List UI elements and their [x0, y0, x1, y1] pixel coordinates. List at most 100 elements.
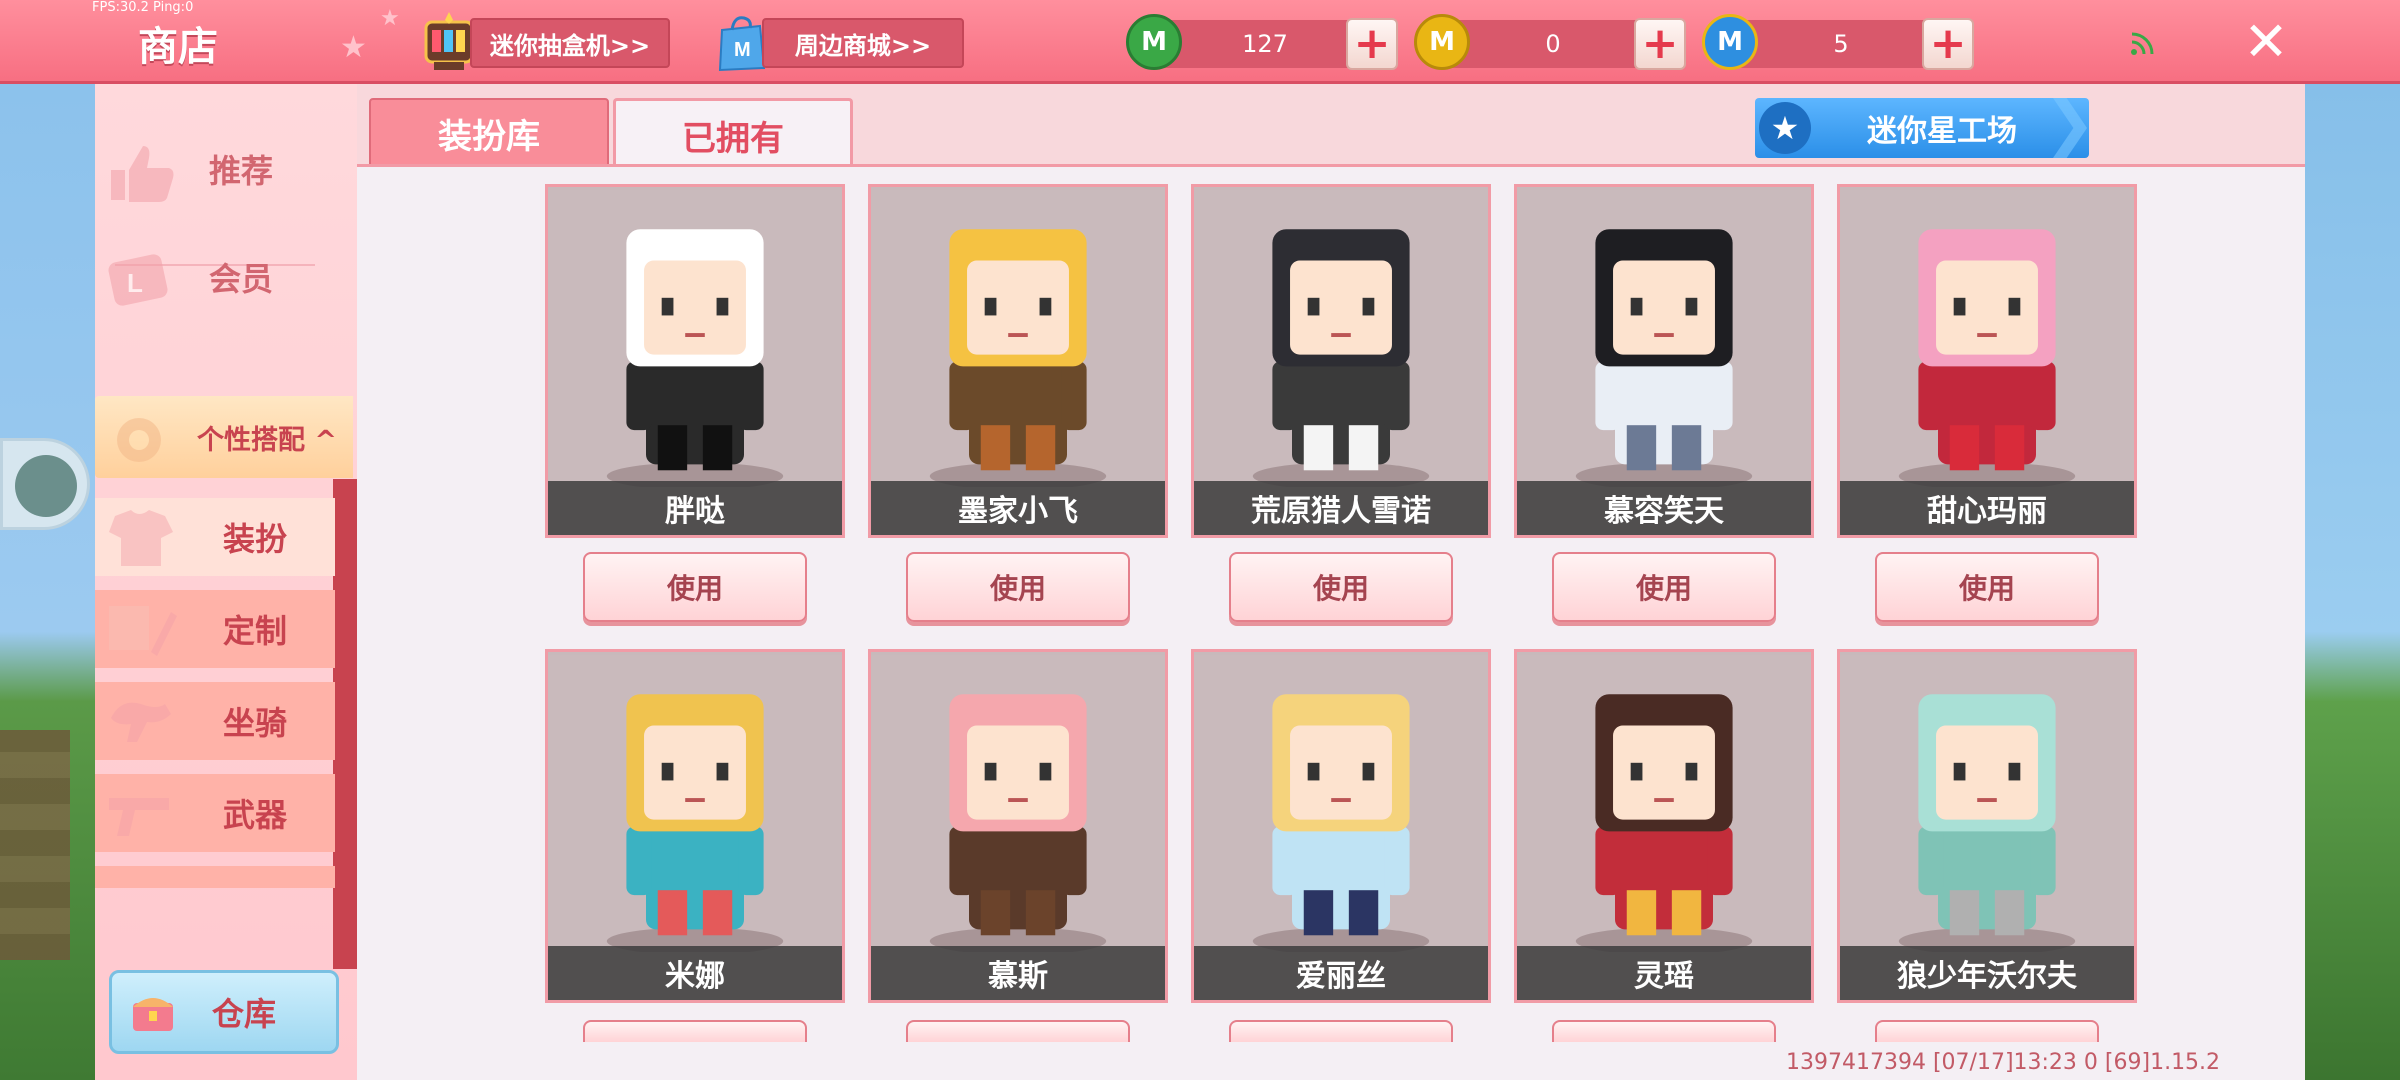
skin-card[interactable]: 灵瑶 — [1514, 649, 1814, 1003]
skin-card[interactable]: 荒原猎人雪诺 — [1191, 184, 1491, 538]
decor-star-icon: ★ — [380, 6, 400, 31]
sidebar-item-label: 坐骑 — [222, 704, 287, 742]
sidebar-item-member[interactable]: L 会员 — [95, 234, 335, 320]
skin-card[interactable]: 慕斯 — [868, 649, 1168, 1003]
use-button[interactable]: 使用 — [1875, 552, 2099, 622]
sidebar-item-label: 推荐 — [208, 152, 273, 190]
star-icon: ★ — [1759, 102, 1811, 154]
member-card-icon: L — [108, 254, 168, 306]
skin-card[interactable]: 墨家小飞 — [868, 184, 1168, 538]
top-bar: FPS:30.2 Ping:0 商店 ★ ★ 迷你抽盒机>> M 周边商城>> … — [0, 0, 2400, 84]
close-button[interactable]: ✕ — [2236, 12, 2296, 72]
green-coin-icon: M — [1126, 14, 1182, 70]
skin-name: 慕斯 — [871, 946, 1165, 1000]
use-button[interactable]: 使用 — [1229, 1020, 1453, 1042]
sidebar-item-label: 会员 — [208, 260, 273, 298]
use-button[interactable]: 使用 — [1552, 1020, 1776, 1042]
gold-currency-amount: 0 — [1448, 20, 1658, 68]
background-left — [0, 84, 95, 1080]
background-right — [2305, 84, 2400, 1080]
gold-coin-icon: M — [1414, 14, 1470, 70]
skin-name: 爱丽丝 — [1194, 946, 1488, 1000]
build-info: 1397417394 [07/17]13:23 0 [69]1.15.2 — [1786, 1050, 2221, 1075]
blue-coin-icon: M — [1702, 14, 1758, 70]
character-figure-image — [1517, 655, 1811, 952]
character-figure-image — [871, 655, 1165, 952]
gacha-machine-icon — [424, 12, 474, 70]
use-button[interactable]: 使用 — [906, 552, 1130, 622]
skin-name: 墨家小飞 — [871, 481, 1165, 535]
sidebar-item-label: 定制 — [222, 612, 287, 650]
merch-mall-button[interactable]: 周边商城>> — [762, 18, 964, 68]
sidebar-subitem-custom[interactable]: 定制 — [95, 590, 335, 668]
character-figure-image — [548, 190, 842, 487]
warehouse-button[interactable]: 仓库 — [109, 970, 339, 1054]
use-button[interactable]: 使用 — [1875, 1020, 2099, 1042]
skin-name: 荒原猎人雪诺 — [1194, 481, 1488, 535]
sidebar-subitem-weapon[interactable]: 武器 — [95, 774, 335, 852]
character-figure-image — [871, 190, 1165, 487]
brush-icon — [109, 606, 177, 656]
chevron-right-icon — [2053, 98, 2087, 158]
fps-readout: FPS:30.2 Ping:0 — [92, 0, 194, 15]
skin-name: 米娜 — [548, 946, 842, 1000]
character-figure-image — [548, 655, 842, 952]
character-figure-image — [1517, 190, 1811, 487]
thumbs-up-icon — [111, 146, 174, 202]
use-button[interactable]: 使用 — [1229, 552, 1453, 622]
sidebar-item-label: 个性搭配 ^ — [196, 424, 337, 456]
skin-card[interactable]: 甜心玛丽 — [1837, 184, 2137, 538]
sidebar-item-label: 装扮 — [222, 520, 287, 558]
use-button[interactable]: 使用 — [583, 552, 807, 622]
sidebar-item-style[interactable]: 个性搭配 ^ — [95, 396, 353, 478]
page-title: 商店 — [138, 24, 218, 70]
add-gold-currency-button[interactable]: + — [1634, 18, 1686, 70]
use-button[interactable]: 使用 — [1552, 552, 1776, 622]
sidebar-item-recommend[interactable]: 推荐 — [95, 126, 335, 212]
skin-name: 狼少年沃尔夫 — [1840, 946, 2134, 1000]
skin-name: 甜心玛丽 — [1840, 481, 2134, 535]
shirt-icon — [109, 510, 173, 566]
skin-card[interactable]: 米娜 — [545, 649, 845, 1003]
character-figure-image — [1194, 655, 1488, 952]
character-figure-image — [1194, 190, 1488, 487]
style-icon — [117, 418, 161, 462]
skin-card[interactable]: 胖哒 — [545, 184, 845, 538]
character-figure-image — [1840, 190, 2134, 487]
skin-card[interactable]: 慕容笑天 — [1514, 184, 1814, 538]
sidebar-submenu-edge — [333, 479, 357, 969]
use-button[interactable]: 使用 — [906, 1020, 1130, 1042]
skin-name: 慕容笑天 — [1517, 481, 1811, 535]
tab-dress-library[interactable]: 装扮库 — [369, 98, 609, 168]
decor-star-icon: ★ — [340, 30, 367, 65]
use-button[interactable]: 使用 — [583, 1020, 807, 1042]
sidebar-item-label: 武器 — [222, 796, 287, 834]
blue-currency-amount: 5 — [1736, 20, 1946, 68]
sidebar-subitem-more[interactable] — [95, 866, 335, 888]
gun-icon — [109, 798, 169, 836]
network-signal-icon — [2131, 32, 2154, 55]
skin-name: 胖哒 — [548, 481, 842, 535]
svg-text:M: M — [734, 39, 751, 61]
floating-assistant-button[interactable] — [0, 438, 90, 530]
assistant-face-icon — [15, 455, 77, 517]
shopping-bag-icon: M — [718, 16, 766, 72]
add-green-currency-button[interactable]: + — [1346, 18, 1398, 70]
background-block — [0, 730, 70, 960]
skin-card[interactable]: 狼少年沃尔夫 — [1837, 649, 2137, 1003]
mount-icon — [111, 702, 171, 742]
svg-text:L: L — [127, 268, 143, 298]
star-workshop-label: 迷你星工场 — [1867, 114, 2017, 149]
sidebar: 推荐 L 会员 个性搭配 ^ 装扮 定制 坐骑 武器 仓库 — [95, 84, 357, 1080]
add-blue-currency-button[interactable]: + — [1922, 18, 1974, 70]
green-currency-amount: 127 — [1160, 20, 1370, 68]
skin-name: 灵瑶 — [1517, 946, 1811, 1000]
warehouse-label: 仓库 — [211, 995, 276, 1033]
tab-owned[interactable]: 已拥有 — [613, 98, 853, 170]
sidebar-subitem-mount[interactable]: 坐骑 — [95, 682, 335, 760]
mini-star-workshop-button[interactable]: ★ 迷你星工场 — [1755, 98, 2089, 158]
sidebar-subitem-outfit[interactable]: 装扮 — [95, 498, 335, 576]
gacha-machine-button[interactable]: 迷你抽盒机>> — [470, 18, 670, 68]
skin-card[interactable]: 爱丽丝 — [1191, 649, 1491, 1003]
chest-icon — [133, 998, 173, 1031]
